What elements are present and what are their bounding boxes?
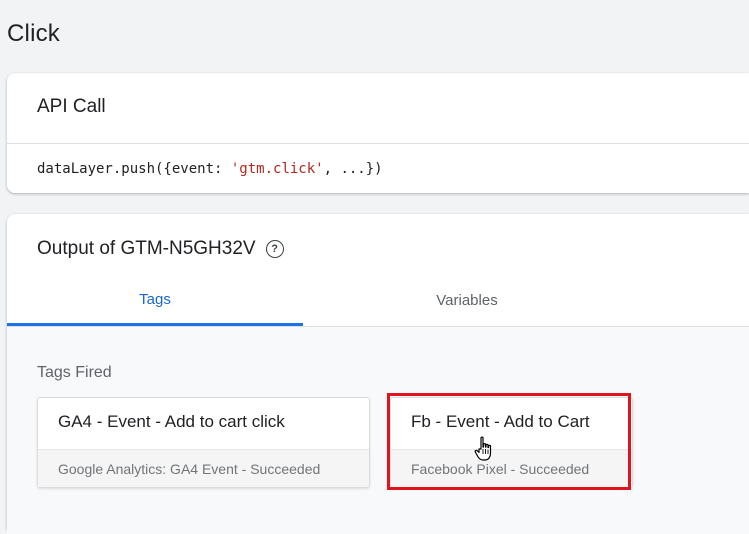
- output-tabs: Tags Variables: [7, 276, 749, 327]
- output-card: Output of GTM-N5GH32V ? Tags Variables T…: [7, 214, 749, 534]
- api-call-title: API Call: [37, 96, 106, 117]
- tag-status: Facebook Pixel - Succeeded: [411, 461, 590, 477]
- tag-card-fb-add-to-cart[interactable]: Fb - Event - Add to Cart Facebook Pixel …: [390, 397, 633, 488]
- tab-variables[interactable]: Variables: [319, 276, 615, 324]
- tag-name: GA4 - Event - Add to cart click: [58, 412, 285, 431]
- api-call-divider: [7, 143, 749, 144]
- tag-name: Fb - Event - Add to Cart: [411, 412, 590, 431]
- tag-status: Google Analytics: GA4 Event - Succeeded: [58, 461, 321, 477]
- tags-fired-section: Tags Fired GA4 - Event - Add to cart cli…: [7, 327, 749, 534]
- api-call-code: dataLayer.push({event: 'gtm.click', ...}…: [37, 161, 383, 177]
- api-call-card: API Call dataLayer.push({event: 'gtm.cli…: [7, 73, 749, 193]
- tag-card-ga4-add-to-cart[interactable]: GA4 - Event - Add to cart click Google A…: [37, 397, 370, 488]
- page-title: Click: [7, 20, 60, 47]
- tag-status-bar: Google Analytics: GA4 Event - Succeeded: [38, 449, 369, 487]
- code-prefix: dataLayer.push({event:: [37, 161, 231, 177]
- output-title: Output of GTM-N5GH32V ?: [37, 238, 284, 260]
- tab-tags[interactable]: Tags: [7, 276, 303, 326]
- help-circle-icon[interactable]: ?: [265, 240, 284, 258]
- code-suffix: , ...}): [323, 161, 383, 177]
- tag-status-bar: Facebook Pixel - Succeeded: [391, 449, 632, 487]
- output-title-text: Output of GTM-N5GH32V: [37, 238, 256, 259]
- hand-pointer-cursor-icon: [474, 436, 492, 461]
- code-event-string: 'gtm.click': [230, 161, 324, 177]
- tags-fired-label: Tags Fired: [37, 364, 112, 381]
